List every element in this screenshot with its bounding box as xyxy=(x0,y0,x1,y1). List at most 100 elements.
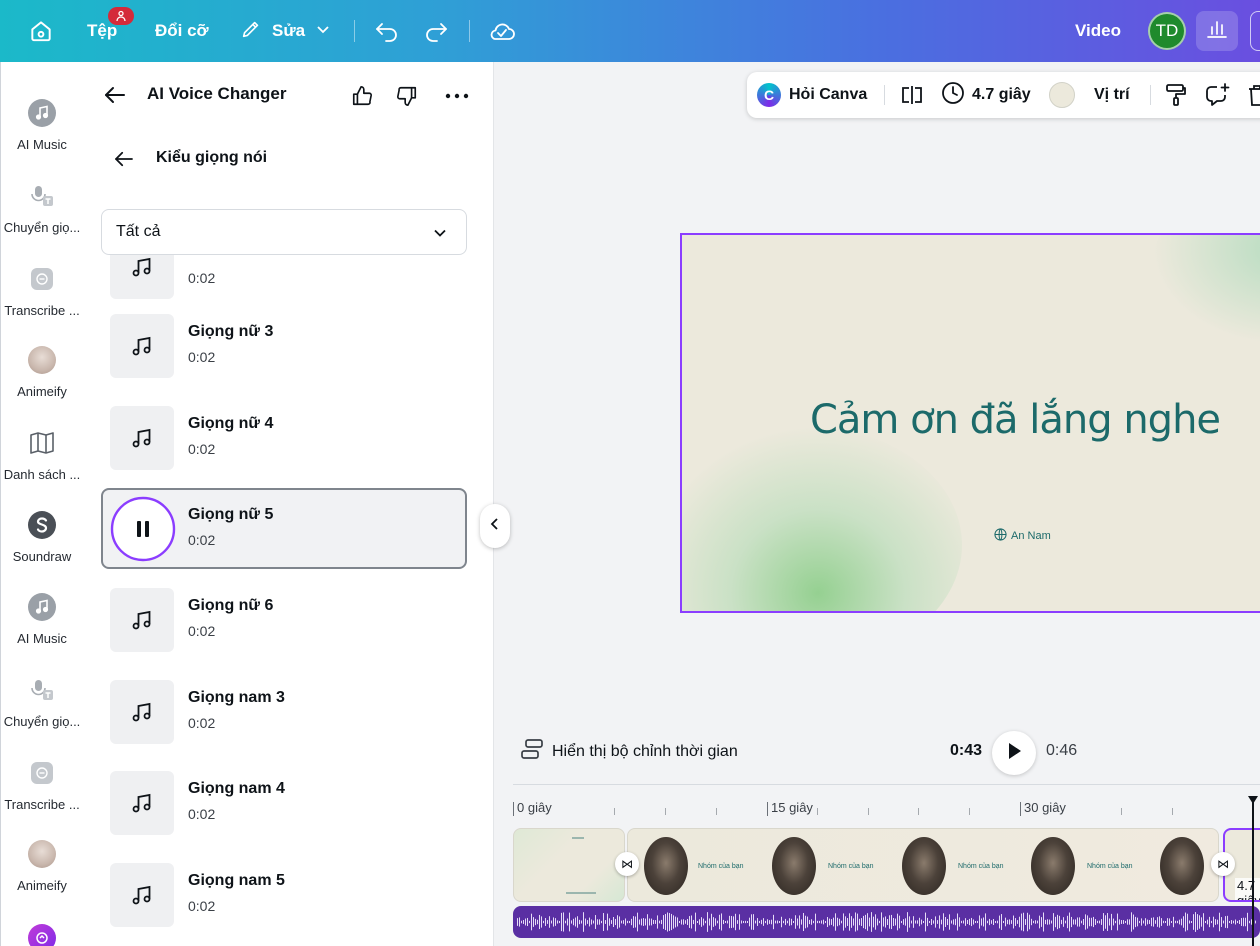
waveform-bar xyxy=(979,915,980,929)
voice-changer-icon xyxy=(28,924,56,946)
waveform-bar xyxy=(799,915,800,929)
clip-caption: Nhóm của bạn xyxy=(698,863,744,870)
voice-name: Giọng nữ 4 xyxy=(188,415,274,432)
waveform-bar xyxy=(635,916,636,928)
waveform-bar xyxy=(829,918,830,926)
panel-title: AI Voice Changer xyxy=(147,84,287,103)
cloud-saved-icon[interactable] xyxy=(488,0,516,62)
transition-icon[interactable]: ⋈ xyxy=(615,852,639,876)
waveform-bar xyxy=(1183,916,1184,928)
waveform-bar xyxy=(651,918,652,926)
waveform-bar xyxy=(867,913,868,931)
waveform-bar xyxy=(1135,916,1136,928)
avatar[interactable]: TD xyxy=(1148,12,1186,50)
dropdown-value: Tất cả xyxy=(116,223,161,240)
thumbs-up-icon[interactable] xyxy=(348,82,376,110)
rail-item-speech-to-text[interactable]: Chuyển giọ... xyxy=(1,182,82,235)
waveform-bar xyxy=(589,917,590,927)
timeline-clip[interactable] xyxy=(513,828,625,902)
waveform-bar xyxy=(1197,914,1198,930)
slide-title[interactable]: Cảm ơn đã lắng nghe xyxy=(682,397,1260,443)
rail-item-ai-music[interactable]: AI Music xyxy=(1,99,82,152)
insights-button[interactable] xyxy=(1196,11,1238,51)
waveform-bar xyxy=(911,920,912,924)
rail-item-transcribe[interactable]: Transcribe ... xyxy=(1,265,82,318)
more-options-icon[interactable] xyxy=(443,82,471,110)
waveform-bar xyxy=(719,914,720,930)
playhead-handle[interactable] xyxy=(1247,792,1259,804)
edit-menu[interactable]: Sửa xyxy=(240,0,331,62)
pause-icon[interactable] xyxy=(110,496,176,562)
ask-canva-button[interactable]: C Hỏi Canva xyxy=(757,72,867,118)
rail-item-speech-to-text[interactable]: Chuyển giọ... xyxy=(1,676,82,729)
list-item[interactable]: Giọng nữ 3 0:02 xyxy=(101,305,467,386)
ruler-tick xyxy=(767,802,768,816)
waveform-bar xyxy=(567,918,568,926)
timeline-divider xyxy=(513,784,1260,785)
list-item[interactable]: 0:02 xyxy=(101,255,467,307)
waveform-bar xyxy=(623,920,624,924)
list-item[interactable]: Giọng nam 5 0:02 xyxy=(101,854,467,935)
waveform-bar xyxy=(1063,917,1064,927)
waveform-bar xyxy=(1163,920,1164,924)
waveform-bar xyxy=(757,918,758,926)
list-item[interactable]: Giọng nam 3 0:02 xyxy=(101,671,467,752)
waveform-bar xyxy=(875,914,876,930)
duration-button[interactable]: 4.7 giây xyxy=(941,72,1031,118)
waveform-bar xyxy=(619,916,620,928)
rail-item-animeify[interactable]: Animeify xyxy=(1,346,82,399)
share-button[interactable] xyxy=(1250,11,1260,51)
rail-item-transcribe[interactable]: Transcribe ... xyxy=(1,759,82,812)
trash-icon[interactable] xyxy=(1247,72,1260,118)
rail-item-animeify[interactable]: Animeify xyxy=(1,840,82,893)
waveform-bar xyxy=(731,915,732,929)
playhead[interactable] xyxy=(1252,798,1254,946)
rail-item-label: Danh sách ... xyxy=(3,467,81,482)
waveform-bar xyxy=(655,920,656,924)
rail-item-list[interactable]: Danh sách ... xyxy=(1,429,82,482)
rail-item-label: Chuyển giọ... xyxy=(3,714,81,729)
transition-icon[interactable]: ⋈ xyxy=(1211,852,1235,876)
list-item[interactable]: Giọng nữ 4 0:02 xyxy=(101,397,467,478)
waveform-bar xyxy=(1005,917,1006,927)
undo-icon[interactable] xyxy=(374,0,400,62)
rail-item-voice-changer[interactable] xyxy=(1,924,82,946)
voice-name: Giọng nam 5 xyxy=(188,872,285,889)
chevron-left-icon xyxy=(489,517,501,536)
rail-item-soundraw[interactable]: Soundraw xyxy=(1,511,82,564)
slide-brand[interactable]: An Nam xyxy=(994,528,1051,544)
position-button[interactable]: Vị trí xyxy=(1094,72,1130,118)
waveform-bar xyxy=(709,918,710,926)
list-item[interactable]: Giọng nam 4 0:02 xyxy=(101,762,467,843)
rail-item-ai-music[interactable]: AI Music xyxy=(1,593,82,646)
timeline-clip[interactable]: Nhóm của bạn Nhóm của bạn Nhóm của bạn N… xyxy=(627,828,1219,902)
waveform-bar xyxy=(643,918,644,926)
waveform-bar xyxy=(675,916,676,928)
back-arrow-icon[interactable] xyxy=(102,82,128,108)
waveform-bar xyxy=(1147,919,1148,925)
waveform-bar xyxy=(1185,912,1186,932)
animeify-icon xyxy=(28,840,56,868)
color-swatch-button[interactable] xyxy=(1049,72,1075,118)
show-timing-button[interactable]: Hiển thị bộ chỉnh thời gian xyxy=(520,738,738,765)
split-icon[interactable] xyxy=(900,72,924,118)
audio-track[interactable] xyxy=(513,906,1260,938)
play-button[interactable] xyxy=(992,731,1036,775)
voice-filter-dropdown[interactable]: Tất cả xyxy=(101,209,467,255)
waveform-bar xyxy=(861,918,862,926)
waveform-bar xyxy=(789,918,790,926)
home-icon[interactable] xyxy=(28,0,54,62)
waveform-bar xyxy=(759,920,760,924)
redo-icon[interactable] xyxy=(423,0,449,62)
thumbs-down-icon[interactable] xyxy=(393,82,421,110)
add-comment-icon[interactable] xyxy=(1205,72,1231,118)
list-item-selected[interactable]: Giọng nữ 5 0:02 xyxy=(101,488,467,569)
back-arrow-icon[interactable] xyxy=(111,146,137,172)
collapse-panel-button[interactable] xyxy=(480,504,510,548)
slide-canvas[interactable]: Cảm ơn đã lắng nghe An Nam xyxy=(680,233,1260,613)
list-item[interactable]: Giọng nữ 6 0:02 xyxy=(101,579,467,660)
waveform-bar xyxy=(1081,920,1082,924)
paint-roller-icon[interactable] xyxy=(1165,72,1187,118)
waveform-bar xyxy=(981,918,982,926)
resize-menu[interactable]: Đổi cỡ xyxy=(155,0,209,62)
